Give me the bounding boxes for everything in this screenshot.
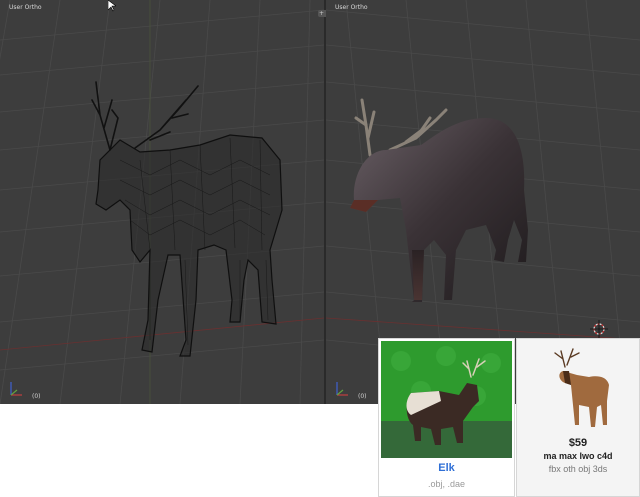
- product-card-elk[interactable]: Elk .obj, .dae: [378, 338, 515, 497]
- mouse-cursor-icon: [108, 0, 116, 12]
- viewport-left-label: User Ortho: [9, 4, 42, 11]
- product-formats-primary: ma max lwo c4d: [543, 451, 613, 461]
- product-formats: .obj, .dae: [427, 479, 466, 489]
- viewport-right-label: User Ortho: [335, 4, 368, 11]
- viewport-right-frame: (0): [358, 393, 367, 400]
- product-formats-secondary: fbx oth obj 3ds: [548, 464, 608, 474]
- elk-thumbnail-image[interactable]: [537, 341, 621, 433]
- product-thumbnail[interactable]: [381, 341, 512, 458]
- product-price: $59: [568, 437, 588, 449]
- viewport-left[interactable]: User Ortho (0): [0, 0, 324, 404]
- product-name-link[interactable]: Elk: [379, 462, 514, 474]
- axis-gizmo-icon: [10, 382, 22, 396]
- product-card-elk-alt[interactable]: $59 ma max lwo c4d fbx oth obj 3ds: [516, 338, 640, 497]
- axis-gizmo-icon: [336, 382, 348, 396]
- viewport-left-frame: (0): [32, 393, 41, 400]
- elk-thumbnail-image: [381, 341, 512, 458]
- 3d-cursor-icon[interactable]: [590, 320, 608, 338]
- elk-wireframe-model[interactable]: [0, 0, 324, 404]
